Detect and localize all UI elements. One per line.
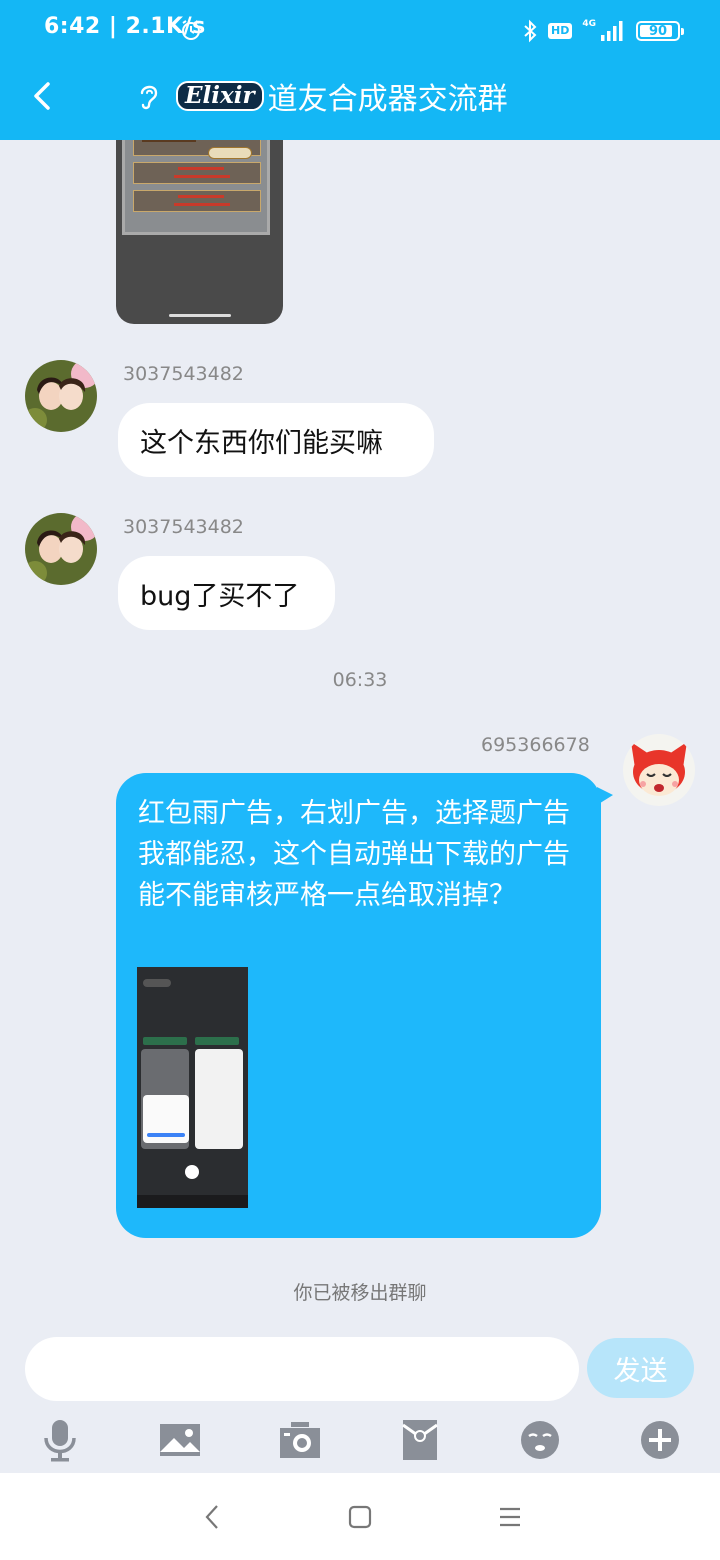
send-button[interactable]: 发送 bbox=[587, 1338, 694, 1398]
sender-id: 695366678 bbox=[481, 734, 590, 756]
emoji-icon[interactable] bbox=[516, 1416, 564, 1464]
red-packet-icon[interactable] bbox=[396, 1416, 444, 1464]
network-type: 4G bbox=[582, 19, 596, 29]
sender-id: 3037543482 bbox=[123, 363, 244, 385]
home-indicator bbox=[169, 314, 231, 317]
chevron-left-icon[interactable] bbox=[26, 76, 66, 116]
chat-title: 道友合成器交流群 bbox=[267, 82, 508, 117]
attached-screenshot[interactable] bbox=[137, 967, 248, 1208]
message-bubble[interactable]: bug了买不了 bbox=[118, 556, 335, 630]
status-icons: HD 4G 90 bbox=[522, 18, 684, 44]
back-icon[interactable] bbox=[194, 1499, 230, 1535]
game-row bbox=[133, 162, 261, 184]
toolbar bbox=[0, 1408, 720, 1472]
microphone-icon[interactable] bbox=[36, 1416, 84, 1464]
battery-level: 90 bbox=[648, 23, 668, 39]
my-message-bubble[interactable]: 红包雨广告，右划广告，选择题广告我都能忍，这个自动弹出下载的广告能不能审核严格一… bbox=[116, 773, 613, 1238]
removed-notice: 你已被移出群聊 bbox=[293, 1282, 427, 1304]
home-icon[interactable] bbox=[342, 1499, 378, 1535]
status-bar: 6:42 | 2.1K/s HD 4G 90 bbox=[0, 0, 720, 62]
time-divider: 06:33 bbox=[332, 669, 388, 691]
game-row bbox=[133, 140, 261, 159]
image-icon[interactable] bbox=[156, 1416, 204, 1464]
hd-badge: HD bbox=[548, 23, 573, 39]
avatar[interactable] bbox=[25, 360, 97, 432]
nav-bar: Elixir 道友合成器交流群 bbox=[0, 62, 720, 140]
avatar[interactable] bbox=[25, 513, 97, 585]
battery-icon: 90 bbox=[636, 21, 684, 41]
bluetooth-icon bbox=[524, 19, 537, 43]
sender-id: 3037543482 bbox=[123, 516, 244, 538]
input-row: 发送 bbox=[0, 1335, 720, 1405]
ear-icon[interactable] bbox=[136, 81, 162, 111]
game-row bbox=[133, 190, 261, 212]
system-nav-bar bbox=[0, 1473, 720, 1560]
message-input[interactable] bbox=[25, 1337, 579, 1401]
plus-icon[interactable] bbox=[636, 1416, 684, 1464]
alarm-icon bbox=[182, 20, 200, 40]
menu-icon[interactable] bbox=[492, 1499, 528, 1535]
chat-title-group[interactable]: Elixir 道友合成器交流群 bbox=[136, 76, 508, 117]
image-message[interactable] bbox=[116, 140, 283, 324]
message-bubble[interactable]: 这个东西你们能买嘛 bbox=[118, 403, 434, 477]
camera-icon[interactable] bbox=[276, 1416, 324, 1464]
message-list[interactable]: 3037543482 这个东西你们能买嘛 3037543482 bug了买不了 … bbox=[0, 140, 720, 1335]
header: 6:42 | 2.1K/s HD 4G 90 Elixir 道友合成器交流群 bbox=[0, 0, 720, 140]
my-message-text: 红包雨广告，右划广告，选择题广告我都能忍，这个自动弹出下载的广告能不能审核严格一… bbox=[138, 798, 570, 911]
signal-icon bbox=[601, 21, 623, 41]
elixir-logo: Elixir bbox=[176, 81, 264, 111]
my-avatar[interactable] bbox=[623, 734, 695, 806]
game-screenshot bbox=[122, 140, 270, 235]
